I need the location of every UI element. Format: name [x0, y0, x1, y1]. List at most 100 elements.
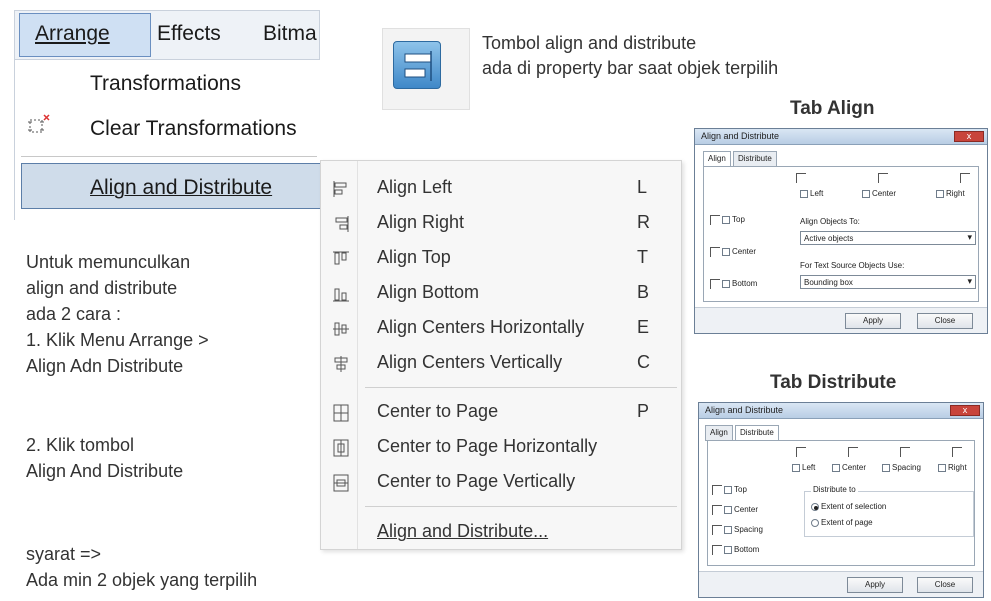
- checkbox-center-label: Center: [872, 189, 897, 198]
- tab-distribute[interactable]: Distribute: [735, 425, 779, 441]
- tab-distribute-heading: Tab Distribute: [770, 372, 897, 393]
- checkbox-left[interactable]: Left: [800, 189, 823, 198]
- submenu-item-align-centers-horizontally[interactable]: Align Centers Horizontally E: [321, 311, 681, 346]
- menu-bitmaps[interactable]: Bitma: [263, 22, 317, 46]
- checkbox-dist-top[interactable]: Top: [712, 485, 747, 495]
- menu-effects[interactable]: Effects: [157, 22, 221, 46]
- clear-transform-icon: [27, 114, 51, 141]
- submenu-label: Center to Page: [377, 401, 499, 421]
- close-icon[interactable]: x: [954, 131, 984, 142]
- align-dialog: Align and Distribute x Align Distribute …: [694, 128, 988, 334]
- checkbox-dist-center-side[interactable]: Center: [712, 505, 758, 515]
- submenu-item-align-right[interactable]: Align Right R: [321, 206, 681, 241]
- checkbox-right[interactable]: Right: [936, 189, 965, 198]
- note-line-2: ada di property bar saat objek terpilih: [482, 58, 779, 78]
- radio-extent-selection[interactable]: Extent of selection: [811, 502, 886, 511]
- checkbox-bottom-label: Bottom: [732, 279, 758, 289]
- align-dialog-footer: Apply Close: [695, 307, 987, 333]
- property-bar-note: Tombol align and distribute ada di prope…: [482, 31, 778, 81]
- intro-line: Untuk memunculkan: [26, 252, 191, 272]
- tab-align[interactable]: Align: [703, 151, 731, 167]
- menu-separator: [21, 156, 317, 157]
- submenu-item-center-to-page[interactable]: Center to Page P: [321, 395, 681, 430]
- intro-line: ada 2 cara :: [26, 304, 122, 324]
- submenu-shortcut: P: [637, 401, 650, 421]
- arrange-dropdown: Transformations Clear Transformations Al…: [14, 60, 321, 220]
- distribute-dialog-titlebar: Align and Distribute x: [699, 403, 983, 419]
- tab-align[interactable]: Align: [705, 425, 733, 441]
- submenu-item-center-to-page-horizontally[interactable]: Center to Page Horizontally: [321, 430, 681, 465]
- checkbox-dist-spacing-side[interactable]: Spacing: [712, 525, 763, 535]
- submenu-item-center-to-page-vertically[interactable]: Center to Page Vertically: [321, 465, 681, 500]
- dialog-title: Align and Distribute: [701, 131, 780, 141]
- align-distribute-button[interactable]: [393, 41, 441, 89]
- submenu-shortcut: C: [637, 352, 650, 372]
- align-top-icon: [333, 251, 349, 265]
- align-center-small-icon: [878, 173, 890, 183]
- distribute-center-small-icon: [848, 447, 860, 457]
- intro-line: Align Adn Distribute: [26, 356, 184, 376]
- align-center-v-icon: [334, 356, 348, 372]
- submenu-label: Align Left: [377, 177, 453, 197]
- submenu-label: Center to Page Vertically: [377, 471, 576, 491]
- menu-arrange[interactable]: Arrange: [35, 22, 110, 46]
- intro-line: align and distribute: [26, 278, 178, 298]
- checkbox-dist-center[interactable]: Center: [832, 463, 866, 472]
- apply-button[interactable]: Apply: [845, 313, 901, 329]
- note-line-1: Tombol align and distribute: [482, 33, 697, 53]
- submenu-shortcut: R: [637, 212, 650, 232]
- submenu-label: Align Top: [377, 247, 451, 267]
- menu-item-transformations[interactable]: Transformations: [90, 72, 241, 96]
- text-source-value: Bounding box: [804, 278, 853, 287]
- submenu-shortcut: T: [637, 247, 648, 267]
- dialog-title: Align and Distribute: [705, 405, 784, 415]
- distribute-dialog-footer: Apply Close: [699, 571, 983, 597]
- align-objects-select[interactable]: Active objects: [800, 231, 976, 245]
- property-bar-button-area: [382, 28, 470, 110]
- tab-distribute[interactable]: Distribute: [733, 151, 777, 167]
- checkbox-center-side[interactable]: Center: [710, 247, 756, 257]
- requirement-text: syarat => Ada min 2 objek yang terpilih: [26, 541, 257, 593]
- submenu-item-align-top[interactable]: Align Top T: [321, 241, 681, 276]
- distribute-right-small-icon: [952, 447, 964, 457]
- submenu-item-align-centers-vertically[interactable]: Align Centers Vertically C: [321, 346, 681, 381]
- submenu-label: Align Bottom: [377, 282, 480, 302]
- distribute-to-label: Distribute to: [811, 485, 858, 494]
- close-button[interactable]: Close: [917, 313, 973, 329]
- align-right-small-icon: [960, 173, 972, 183]
- menu-bar: Arrange Effects Bitma: [14, 10, 320, 60]
- distribute-spacing-small-icon: [900, 447, 912, 457]
- submenu-separator: [365, 387, 677, 388]
- submenu-item-align-bottom[interactable]: Align Bottom B: [321, 276, 681, 311]
- checkbox-dist-left[interactable]: Left: [792, 463, 815, 472]
- close-icon[interactable]: x: [950, 405, 980, 416]
- checkbox-top[interactable]: Top: [710, 215, 745, 225]
- text-source-select[interactable]: Bounding box: [800, 275, 976, 289]
- close-button[interactable]: Close: [917, 577, 973, 593]
- apply-button[interactable]: Apply: [847, 577, 903, 593]
- submenu-label: Align Right: [377, 212, 465, 232]
- submenu-shortcut: L: [637, 177, 648, 197]
- submenu-separator: [365, 506, 677, 507]
- radio-extent-page[interactable]: Extent of page: [811, 518, 873, 527]
- distribute-to-group: Distribute to Extent of selection Extent…: [804, 485, 974, 537]
- menu-item-clear-transformations[interactable]: Clear Transformations: [90, 117, 297, 141]
- center-page-icon: [333, 404, 349, 422]
- align-left-icon: [333, 181, 347, 197]
- checkbox-dist-spacing-label: Spacing: [892, 463, 921, 472]
- align-objects-label: Align Objects To:: [800, 217, 860, 226]
- align-right-icon: [335, 216, 349, 232]
- menu-item-align-and-distribute[interactable]: Align and Distribute: [90, 176, 272, 200]
- checkbox-center[interactable]: Center: [862, 189, 896, 198]
- align-bottom-icon: [333, 288, 349, 302]
- radio-extent-page-label: Extent of page: [821, 518, 873, 527]
- submenu-label: Center to Page Horizontally: [377, 436, 598, 456]
- checkbox-dist-spacing[interactable]: Spacing: [882, 463, 921, 472]
- checkbox-dist-right[interactable]: Right: [938, 463, 967, 472]
- checkbox-dist-bottom[interactable]: Bottom: [712, 545, 759, 555]
- submenu-item-align-left[interactable]: Align Left L: [321, 171, 681, 206]
- submenu-item-align-and-distribute-dialog[interactable]: Align and Distribute...: [321, 515, 681, 550]
- checkbox-bottom[interactable]: Bottom: [710, 279, 757, 289]
- checkbox-dist-center-side-label: Center: [734, 505, 759, 515]
- align-distribute-icon: [404, 51, 432, 81]
